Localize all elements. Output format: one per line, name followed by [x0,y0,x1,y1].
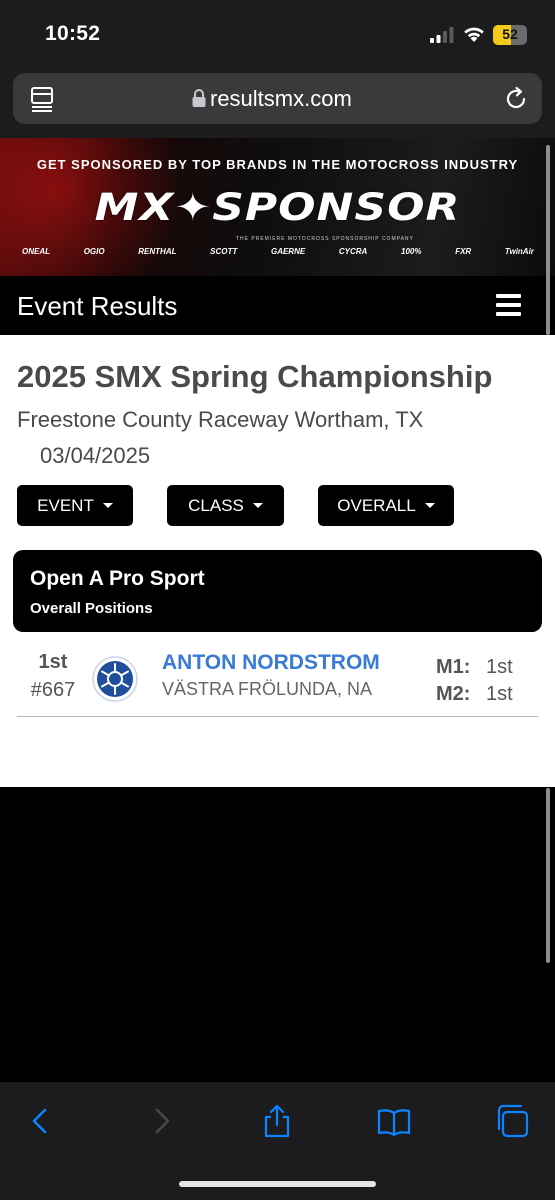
moto2-result: M2: 1st [436,683,513,706]
page-title: Event Results [17,291,178,321]
event-venue: Freestone County Raceway Wortham, TX [17,407,424,432]
scrollbar-thumb[interactable] [546,145,550,335]
brand-logo: FXR [455,247,472,256]
cellular-signal-icon [430,27,454,43]
bookmarks-icon[interactable] [377,1104,411,1138]
sponsor-banner[interactable]: GET SPONSORED BY TOP BRANDS IN THE MOTOC… [0,138,555,276]
moto2-value: 1st [486,683,513,705]
banner-tagline: GET SPONSORED BY TOP BRANDS IN THE MOTOC… [36,157,519,172]
browser-address-area: resultsmx.com [0,70,555,138]
rider-number: #667 [30,679,76,701]
overall-dropdown-button[interactable]: OVERALL [318,485,454,526]
class-dropdown-label: CLASS [188,495,244,515]
moto1-value: 1st [486,656,513,678]
home-indicator [179,1181,376,1187]
brand-logo: TwinAir [504,247,534,256]
status-bar: 10:52 52 [0,0,555,70]
caret-down-icon [252,503,263,508]
brand-logo: SCOTT [210,247,238,256]
brand-logo: CYCRA [338,247,368,256]
class-subtitle: Overall Positions [30,600,153,617]
lock-icon [192,89,206,107]
status-time: 10:52 [45,22,101,45]
results-content: 2025 SMX Spring Championship Freestone C… [0,335,555,787]
caret-down-icon [102,503,113,508]
forward-icon[interactable] [144,1104,178,1138]
wifi-icon [464,27,484,42]
moto1-label: M1: [436,656,471,678]
yamaha-logo-icon [92,656,138,702]
address-bar[interactable]: resultsmx.com [13,73,542,124]
site-header: Event Results [0,276,555,335]
brand-logo: OGIO [83,247,105,256]
back-icon[interactable] [24,1104,58,1138]
brand-logo: GAERNE [270,247,306,256]
class-dropdown-button[interactable]: CLASS [167,485,284,526]
hamburger-menu-icon[interactable] [496,294,521,316]
event-dropdown-button[interactable]: EVENT [17,485,133,526]
overall-dropdown-label: OVERALL [337,495,416,515]
brand-logos-row: ONEAL OGIO RENTHAL SCOTT GAERNE CYCRA 10… [22,247,534,256]
brand-logo: ONEAL [22,247,50,256]
brand-logo: RENTHAL [138,247,177,256]
event-dropdown-label: EVENT [37,495,94,515]
rider-name-link[interactable]: ANTON NORDSTROM [162,651,380,675]
share-icon[interactable] [260,1104,294,1138]
tabs-icon[interactable] [495,1104,529,1138]
event-title: 2025 SMX Spring Championship [17,359,493,394]
moto2-label: M2: [436,683,471,705]
battery-indicator: 52 [493,25,527,45]
scrollbar-thumb[interactable] [546,788,550,963]
class-header-card: Open A Pro Sport Overall Positions [13,550,542,632]
class-name: Open A Pro Sport [30,567,205,590]
result-row[interactable]: 1st #667 ANTON NORDSTROM VÄSTRA FRÖLUNDA… [17,645,538,717]
page-menu-icon[interactable] [30,86,54,112]
url-text[interactable]: resultsmx.com [210,86,352,112]
moto1-result: M1: 1st [436,656,513,679]
rider-hometown: VÄSTRA FRÖLUNDA, NA [162,679,373,699]
reload-icon[interactable] [503,86,529,112]
finish-position: 1st [38,651,68,673]
banner-logo-subtitle: THE PREMIERE MOTOCROSS SPONSORSHIP COMPA… [236,236,414,242]
event-date: 03/04/2025 [40,443,151,468]
mxsponsor-logo: MX✦SPONSOR [94,185,461,230]
caret-down-icon [424,503,435,508]
brand-logo: 100% [401,247,422,256]
battery-percent: 52 [502,26,518,42]
